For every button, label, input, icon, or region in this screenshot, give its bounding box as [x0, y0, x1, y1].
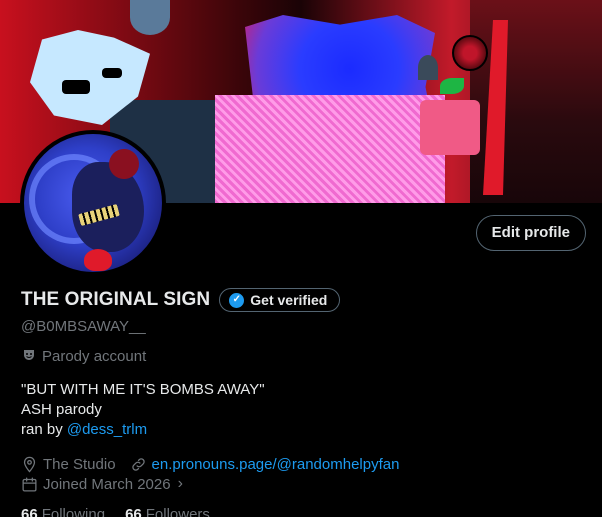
- calendar-icon: [22, 476, 37, 492]
- bio-text: ran by: [21, 421, 67, 438]
- bio-line: "BUT WITH ME IT'S BOMBS AWAY": [21, 381, 265, 398]
- avatar-art-heart: [84, 249, 112, 271]
- website-link[interactable]: en.pronouns.page/@randomhelpyfan: [152, 456, 400, 473]
- user-handle: @B0MBSAWAY__: [21, 318, 146, 335]
- banner-art-eye: [62, 80, 90, 94]
- banner-art-lamp: [418, 55, 438, 80]
- following-link[interactable]: 66 Following: [21, 506, 105, 517]
- followers-label: Followers: [145, 506, 210, 517]
- parody-label-row: Parody account: [21, 346, 591, 366]
- banner-art-rose: [452, 35, 488, 71]
- location-text: The Studio: [43, 455, 116, 473]
- theater-mask-icon: [21, 348, 36, 365]
- avatar[interactable]: [20, 130, 166, 276]
- display-name: THE ORIGINAL SIGN: [21, 289, 211, 310]
- name-row: THE ORIGINAL SIGN ✓ Get verified: [21, 288, 591, 312]
- banner-art-pink-sparkle: [215, 95, 445, 203]
- bio-line: ran by @dess_trlm: [21, 420, 591, 440]
- get-verified-button[interactable]: ✓ Get verified: [219, 288, 341, 312]
- following-label: Following: [41, 506, 106, 517]
- avatar-art-rose: [109, 149, 139, 179]
- profile-meta-row: The Studio en.pronouns.page/@randomhelpy…: [21, 454, 591, 474]
- chevron-right-icon: ›: [177, 475, 183, 492]
- parody-account-label: Parody account: [42, 347, 147, 365]
- get-verified-label: Get verified: [250, 292, 328, 308]
- banner-art-eye: [102, 68, 122, 78]
- edit-profile-button[interactable]: Edit profile: [475, 215, 586, 251]
- joined-row[interactable]: Joined March 2026 ›: [21, 474, 591, 494]
- joined-date: Joined March 2026: [43, 475, 171, 493]
- bio-line: ASH parody: [21, 401, 102, 418]
- followers-link[interactable]: 66 Followers: [125, 506, 210, 517]
- verified-badge-icon: ✓: [229, 292, 245, 308]
- link-icon: [131, 457, 145, 471]
- banner-art-leaf: [440, 78, 464, 94]
- banner-art-arm: [420, 100, 480, 155]
- profile-info: THE ORIGINAL SIGN ✓ Get verified @B0MBSA…: [21, 288, 591, 517]
- website-item[interactable]: en.pronouns.page/@randomhelpyfan: [130, 456, 400, 473]
- bio: "BUT WITH ME IT'S BOMBS AWAY" ASH parody…: [21, 380, 591, 440]
- follow-stats: 66 Following 66 Followers: [21, 506, 591, 517]
- location-item: The Studio: [21, 456, 116, 473]
- followers-count: 66: [125, 506, 142, 517]
- following-count: 66: [21, 506, 38, 517]
- bio-mention-link[interactable]: @dess_trlm: [67, 421, 147, 438]
- location-pin-icon: [23, 456, 36, 473]
- banner-art-lamp: [130, 0, 170, 35]
